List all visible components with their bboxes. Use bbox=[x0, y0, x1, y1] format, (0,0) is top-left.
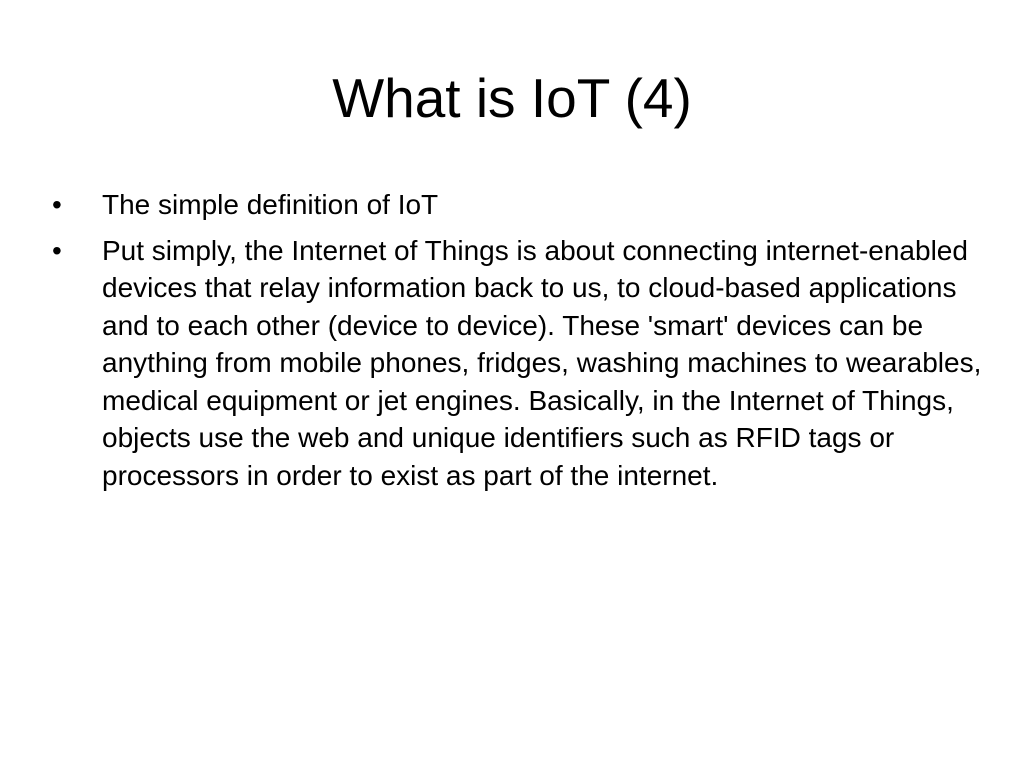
bullet-text: The simple definition of IoT bbox=[102, 189, 439, 220]
slide: What is IoT (4) • The simple definition … bbox=[0, 0, 1024, 768]
bullet-icon: • bbox=[52, 234, 62, 266]
bullet-item: • The simple definition of IoT bbox=[52, 186, 982, 224]
slide-title: What is IoT (4) bbox=[332, 67, 692, 129]
bullet-item: • Put simply, the Internet of Things is … bbox=[52, 232, 982, 495]
bullet-icon: • bbox=[52, 189, 62, 220]
bullet-text: Put simply, the Internet of Things is ab… bbox=[102, 234, 982, 491]
bullet-list: • The simple definition of IoT • Put sim… bbox=[52, 186, 982, 502]
